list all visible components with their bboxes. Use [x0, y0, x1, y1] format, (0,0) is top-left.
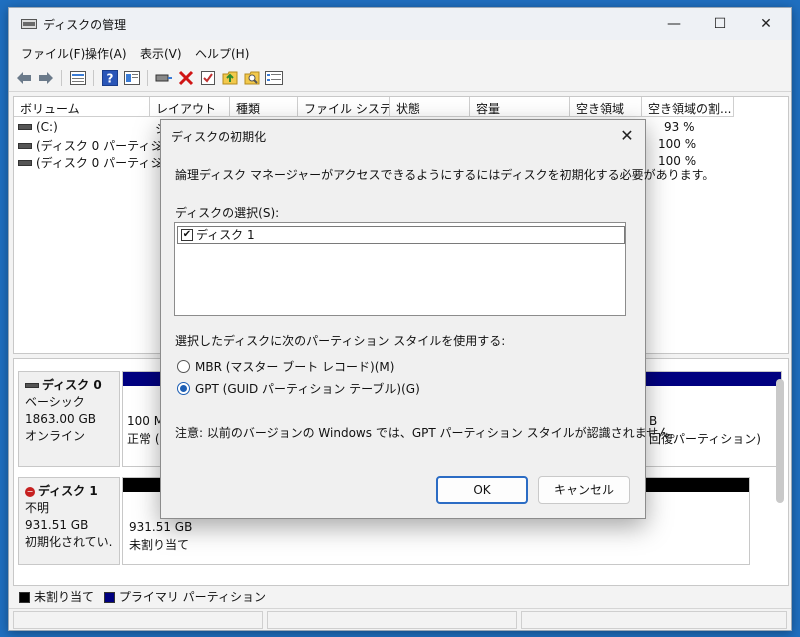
column-header-filesystem[interactable]: ファイル システム	[298, 97, 390, 117]
column-header-status[interactable]: 状態	[390, 97, 470, 117]
maximize-button[interactable]: ☐	[697, 8, 743, 40]
gpt-radio[interactable]	[177, 382, 190, 395]
compatibility-note: 注意: 以前のバージョンの Windows では、GPT パーティション スタイ…	[175, 426, 683, 440]
partition-style-label: 選択したディスクに次のパーティション スタイルを使用する:	[175, 334, 506, 348]
disk-name: ディスク 0	[42, 378, 102, 392]
legend-swatch-unallocated	[19, 592, 30, 603]
volume-row[interactable]: (ディスク 0 パーティショ...	[14, 137, 164, 154]
status-cell	[521, 611, 787, 629]
minimize-button[interactable]: —	[651, 8, 697, 40]
disk-listbox[interactable]: ✔ ディスク 1	[174, 222, 626, 316]
column-header-free-space[interactable]: 空き領域	[570, 97, 642, 117]
disk-name: ディスク 1	[38, 484, 98, 498]
column-header-free-percent[interactable]: 空き領域の割...	[642, 97, 734, 117]
volume-free-percent: 100 %	[658, 137, 697, 151]
drive-icon	[18, 160, 32, 166]
check-icon[interactable]	[199, 69, 217, 87]
toolbar-separator	[61, 70, 62, 86]
volume-row[interactable]: (C:)	[14, 120, 164, 137]
help-icon[interactable]: ?	[101, 69, 119, 87]
disk-error-icon: −	[25, 486, 35, 497]
disk-size: 931.51 GB	[25, 518, 89, 532]
dialog-title: ディスクの初期化	[171, 130, 267, 144]
column-header-capacity[interactable]: 容量	[470, 97, 570, 117]
forward-arrow-icon[interactable]	[37, 69, 55, 87]
vertical-scrollbar[interactable]	[776, 379, 784, 503]
svg-text:?: ?	[107, 72, 114, 86]
column-header-volume[interactable]: ボリューム	[14, 97, 150, 117]
properties-icon[interactable]	[123, 69, 141, 87]
disk-1-info[interactable]: − ディスク 1 不明 931.51 GB 初期化されてい...	[18, 477, 120, 565]
disk-status: オンライン	[25, 429, 86, 443]
menu-view[interactable]: 表示(V)	[140, 45, 182, 62]
menu-bar: ファイル(F) 操作(A) 表示(V) ヘルプ(H)	[9, 40, 791, 64]
partition-cell[interactable]: 931.51 GB 未割り当て	[129, 518, 192, 554]
disk-icon	[25, 383, 39, 388]
up-folder-icon[interactable]	[221, 69, 239, 87]
volume-name: (ディスク 0 パーティショ...	[36, 156, 164, 170]
gpt-label: GPT (GUID パーティション テーブル)(G)	[195, 382, 420, 396]
settings-list-icon[interactable]	[265, 69, 283, 87]
initialize-disk-dialog: ディスクの初期化 ✕ 論理ディスク マネージャーがアクセスできるようにするにはデ…	[160, 119, 714, 519]
disk-management-icon	[21, 19, 37, 29]
partition-status: 未割り当て	[129, 538, 190, 552]
drive-icon	[18, 143, 32, 149]
title-bar[interactable]: ディスクの管理 — ☐ ✕	[9, 8, 791, 40]
drive-icon	[18, 124, 32, 130]
column-header-layout[interactable]: レイアウト	[150, 97, 230, 117]
cancel-button[interactable]: キャンセル	[538, 476, 630, 504]
menu-action[interactable]: 操作(A)	[85, 45, 127, 62]
search-folder-icon[interactable]	[243, 69, 261, 87]
ok-button[interactable]: OK	[436, 476, 528, 504]
mbr-label: MBR (マスター ブート レコード)(M)	[195, 360, 395, 374]
back-arrow-icon[interactable]	[15, 69, 33, 87]
volume-name: (ディスク 0 パーティショ...	[36, 139, 164, 153]
dialog-description: 論理ディスク マネージャーがアクセスできるようにするにはディスクを初期化する必要…	[175, 168, 715, 182]
toolbar: ?	[9, 64, 791, 92]
status-cell	[13, 611, 263, 629]
disk-status: 初期化されてい...	[25, 535, 113, 549]
mbr-radio[interactable]	[177, 360, 190, 373]
delete-icon[interactable]	[177, 69, 195, 87]
toolbar-separator	[93, 70, 94, 86]
gpt-option[interactable]: GPT (GUID パーティション テーブル)(G)	[177, 380, 420, 398]
disk-checkbox[interactable]: ✔	[181, 229, 193, 241]
disk-list-item[interactable]: ✔ ディスク 1	[177, 226, 625, 244]
disk-size: 1863.00 GB	[25, 412, 96, 426]
column-header-type[interactable]: 種類	[230, 97, 298, 117]
disk-item-label: ディスク 1	[196, 228, 255, 242]
partition-size: 931.51 GB	[129, 520, 193, 534]
mbr-option[interactable]: MBR (マスター ブート レコード)(M)	[177, 358, 394, 376]
volume-row[interactable]: (ディスク 0 パーティショ...	[14, 154, 164, 171]
menu-file[interactable]: ファイル(F)	[21, 45, 85, 62]
list-view-icon[interactable]	[69, 69, 87, 87]
volume-name: (C:)	[36, 120, 58, 134]
legend-primary: プライマリ パーティション	[118, 590, 266, 604]
dialog-close-button[interactable]: ✕	[615, 124, 639, 148]
close-window-button[interactable]: ✕	[743, 8, 789, 40]
menu-help[interactable]: ヘルプ(H)	[195, 45, 249, 62]
legend-swatch-primary	[103, 592, 115, 603]
select-disk-label: ディスクの選択(S):	[175, 206, 280, 220]
disk-type: ベーシック	[25, 395, 85, 409]
status-bar	[9, 608, 791, 630]
connect-icon[interactable]	[155, 69, 173, 87]
legend-unallocated: 未割り当て	[34, 590, 95, 604]
status-cell	[267, 611, 517, 629]
legend: 未割り当て プライマリ パーティション	[13, 588, 789, 606]
disk-0-info[interactable]: ディスク 0 ベーシック 1863.00 GB オンライン	[18, 371, 120, 467]
toolbar-separator	[147, 70, 148, 86]
volume-free-percent: 93 %	[664, 120, 695, 134]
window-title: ディスクの管理	[43, 18, 127, 32]
disk-type: 不明	[25, 501, 50, 515]
